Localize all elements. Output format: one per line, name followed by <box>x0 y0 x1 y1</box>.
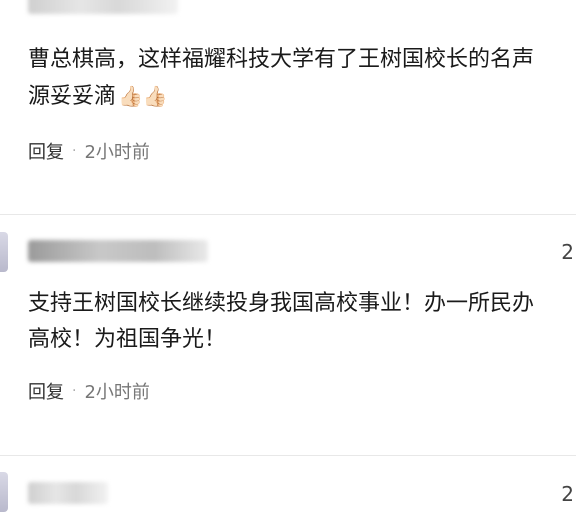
thumbs-up-emoji: 👍🏻👍🏻 <box>118 84 168 108</box>
timestamp: 2小时前 <box>84 142 150 163</box>
divider <box>0 214 576 215</box>
comment-text: 曹总棋高，这样福耀科技大学有了王树国校长的名声 源妥妥滴 👍🏻👍🏻 <box>28 42 576 114</box>
blurred-username[interactable] <box>28 240 208 262</box>
separator-dot: · <box>72 383 77 399</box>
comment-line: 高校！为祖国争光！ <box>28 327 227 352</box>
reply-count: 2 <box>561 482 574 506</box>
timestamp: 2小时前 <box>84 382 150 403</box>
comment-line: 曹总棋高，这样福耀科技大学有了王树国校长的名声 <box>28 47 535 72</box>
blurred-username[interactable] <box>28 482 108 504</box>
comment-line: 源妥妥滴 👍🏻👍🏻 <box>28 78 576 114</box>
divider <box>0 455 576 456</box>
comment-actions: 回复 · 2小时前 <box>28 138 150 164</box>
reply-button[interactable]: 回复 <box>28 138 64 164</box>
blurred-username[interactable] <box>28 0 178 14</box>
comment-line: 支持王树国校长继续投身我国高校事业！办一所民办 <box>28 291 535 316</box>
reply-button[interactable]: 回复 <box>28 378 64 404</box>
comment-text: 支持王树国校长继续投身我国高校事业！办一所民办 高校！为祖国争光！ <box>28 286 576 358</box>
comment-actions: 回复 · 2小时前 <box>28 378 150 404</box>
avatar[interactable] <box>0 232 8 272</box>
separator-dot: · <box>72 143 77 159</box>
avatar[interactable] <box>0 472 8 512</box>
reply-count: 2 <box>561 240 574 264</box>
